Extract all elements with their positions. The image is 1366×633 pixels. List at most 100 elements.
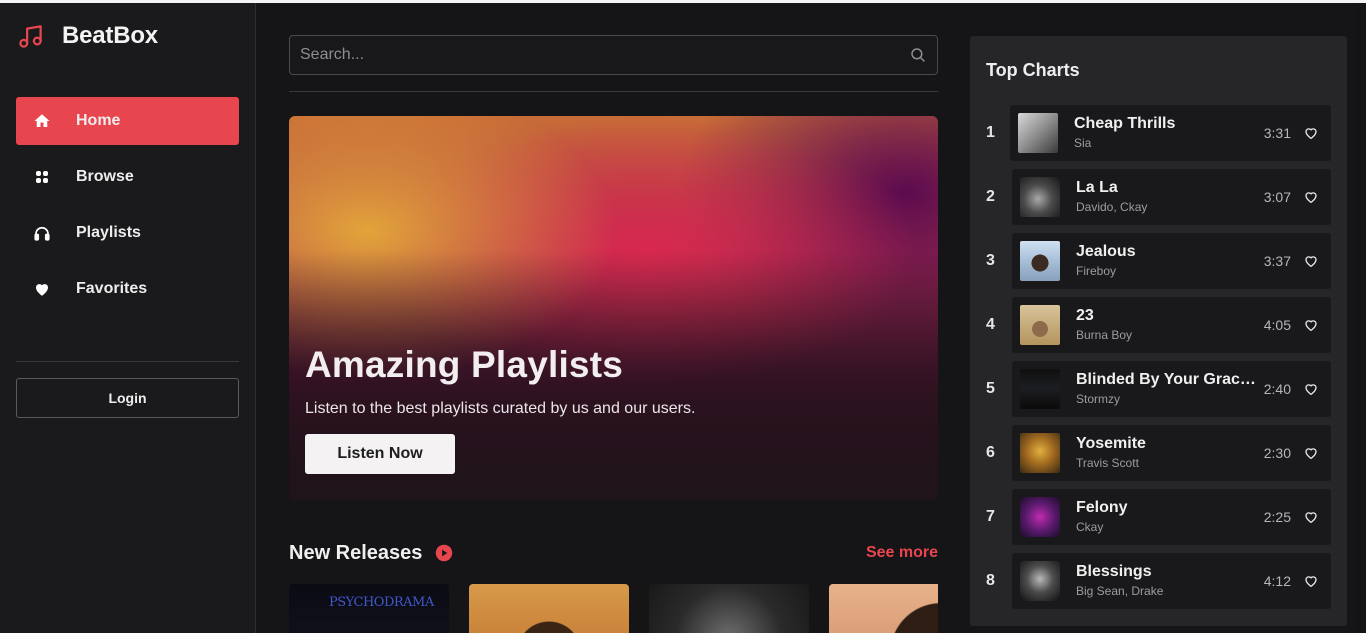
- search-bar: [289, 35, 938, 75]
- album-cover: [1020, 369, 1060, 409]
- heart-outline-icon[interactable]: [1303, 509, 1319, 525]
- track-title: Felony: [1076, 499, 1128, 516]
- chart-row: 1 Cheap Thrills Sia 3:31: [970, 105, 1347, 161]
- track-artist: Ckay: [1076, 520, 1104, 534]
- release-card[interactable]: [649, 584, 809, 633]
- heart-outline-icon[interactable]: [1303, 253, 1319, 269]
- heart-outline-icon[interactable]: [1303, 445, 1319, 461]
- track-duration: 3:31: [1263, 125, 1291, 141]
- search-icon[interactable]: [909, 46, 927, 64]
- track-duration: 4:12: [1263, 573, 1291, 589]
- sidebar-item-browse[interactable]: Browse: [16, 153, 239, 201]
- track-artist: Travis Scott: [1076, 456, 1139, 470]
- track-title: Blessings: [1076, 563, 1152, 580]
- track-rank: 7: [986, 508, 995, 525]
- new-releases-title: New Releases: [289, 541, 423, 564]
- track-rank: 5: [986, 380, 995, 397]
- track-rank: 6: [986, 444, 995, 461]
- album-cover: [1020, 497, 1060, 537]
- album-cover: [1018, 113, 1058, 153]
- chart-row: 5 Blinded By Your Grace... Stormzy 2:40: [970, 361, 1347, 417]
- track-item[interactable]: Cheap Thrills Sia 3:31: [1010, 105, 1331, 161]
- album-cover: [1020, 433, 1060, 473]
- sidebar-item-label: Favorites: [76, 280, 148, 297]
- main-divider: [289, 91, 938, 92]
- search-input[interactable]: [300, 46, 909, 64]
- sidebar-item-playlists[interactable]: Playlists: [16, 209, 239, 257]
- sidebar-item-label: Browse: [76, 168, 134, 185]
- track-title: Blinded By Your Grace...: [1076, 371, 1260, 388]
- grid-icon: [33, 168, 51, 186]
- release-card[interactable]: [469, 584, 629, 633]
- track-item[interactable]: Blessings Big Sean, Drake 4:12: [1012, 553, 1331, 609]
- track-title: 23: [1076, 307, 1094, 324]
- track-item[interactable]: Yosemite Travis Scott 2:30: [1012, 425, 1331, 481]
- listen-now-button[interactable]: Listen Now: [305, 434, 455, 474]
- heart-outline-icon[interactable]: [1303, 573, 1319, 589]
- track-item[interactable]: 23 Burna Boy 4:05: [1012, 297, 1331, 353]
- album-cover: [1020, 561, 1060, 601]
- heart-icon: [33, 280, 51, 298]
- release-card[interactable]: PSYCHODRAMA: [289, 584, 449, 633]
- chart-row: 7 Felony Ckay 2:25: [970, 489, 1347, 545]
- new-releases-list: PSYCHODRAMA: [289, 584, 938, 633]
- release-cover-text: PSYCHODRAMA: [329, 595, 434, 610]
- chart-row: 8 Blessings Big Sean, Drake 4:12: [970, 553, 1347, 609]
- logo[interactable]: BeatBox: [17, 22, 158, 50]
- heart-outline-icon[interactable]: [1303, 317, 1319, 333]
- track-title: Jealous: [1076, 243, 1136, 260]
- album-cover: [1020, 241, 1060, 281]
- track-duration: 3:07: [1263, 189, 1291, 205]
- hero-subtitle: Listen to the best playlists curated by …: [305, 400, 696, 417]
- home-icon: [33, 112, 51, 130]
- track-duration: 2:30: [1263, 445, 1291, 461]
- new-releases-header: New Releases See more: [289, 540, 938, 566]
- music-note-icon: [19, 24, 42, 48]
- release-card[interactable]: [829, 584, 938, 633]
- sidebar-item-label: Home: [76, 112, 121, 129]
- track-item[interactable]: Felony Ckay 2:25: [1012, 489, 1331, 545]
- login-button[interactable]: Login: [16, 378, 239, 418]
- track-rank: 4: [986, 316, 995, 333]
- track-rank: 1: [986, 124, 995, 141]
- hero-banner: Amazing Playlists Listen to the best pla…: [289, 116, 938, 500]
- track-title: Cheap Thrills: [1074, 115, 1176, 132]
- heart-outline-icon[interactable]: [1303, 125, 1319, 141]
- chart-row: 3 Jealous Fireboy 3:37: [970, 233, 1347, 289]
- track-artist: Fireboy: [1076, 264, 1117, 278]
- track-item[interactable]: Blinded By Your Grace... Stormzy 2:40: [1012, 361, 1331, 417]
- headphones-icon: [33, 224, 51, 242]
- sidebar-item-favorites[interactable]: Favorites: [16, 265, 239, 313]
- track-rank: 2: [986, 188, 995, 205]
- track-artist: Stormzy: [1076, 392, 1121, 406]
- track-artist: Big Sean, Drake: [1076, 584, 1164, 598]
- sidebar-item-label: Playlists: [76, 224, 141, 241]
- album-cover: [1020, 177, 1060, 217]
- play-circle-icon[interactable]: [435, 544, 453, 562]
- track-rank: 8: [986, 572, 995, 589]
- chart-row: 2 La La Davido, Ckay 3:07: [970, 169, 1347, 225]
- see-more-link[interactable]: See more: [866, 544, 938, 562]
- track-duration: 2:40: [1263, 381, 1291, 397]
- track-item[interactable]: La La Davido, Ckay 3:07: [1012, 169, 1331, 225]
- page-scrollbar[interactable]: [1356, 3, 1366, 633]
- track-duration: 3:37: [1263, 253, 1291, 269]
- sidebar-item-home[interactable]: Home: [16, 97, 239, 145]
- album-cover: [1020, 305, 1060, 345]
- chart-row: 6 Yosemite Travis Scott 2:30: [970, 425, 1347, 481]
- heart-outline-icon[interactable]: [1303, 381, 1319, 397]
- hero-content: Amazing Playlists Listen to the best pla…: [305, 344, 695, 474]
- track-title: Yosemite: [1076, 435, 1146, 452]
- top-charts-title: Top Charts: [986, 60, 1080, 80]
- heart-outline-icon[interactable]: [1303, 189, 1319, 205]
- chart-row: 4 23 Burna Boy 4:05: [970, 297, 1347, 353]
- sidebar-nav: Home Browse Playlists Favorites: [16, 97, 239, 321]
- track-artist: Davido, Ckay: [1076, 200, 1148, 214]
- track-artist: Sia: [1074, 136, 1092, 150]
- top-charts-panel: Top Charts 1 Cheap Thrills Sia 3:31 2 La…: [970, 36, 1347, 626]
- track-title: La La: [1076, 179, 1118, 196]
- track-rank: 3: [986, 252, 995, 269]
- track-item[interactable]: Jealous Fireboy 3:37: [1012, 233, 1331, 289]
- track-duration: 2:25: [1263, 509, 1291, 525]
- sidebar-divider: [16, 361, 239, 362]
